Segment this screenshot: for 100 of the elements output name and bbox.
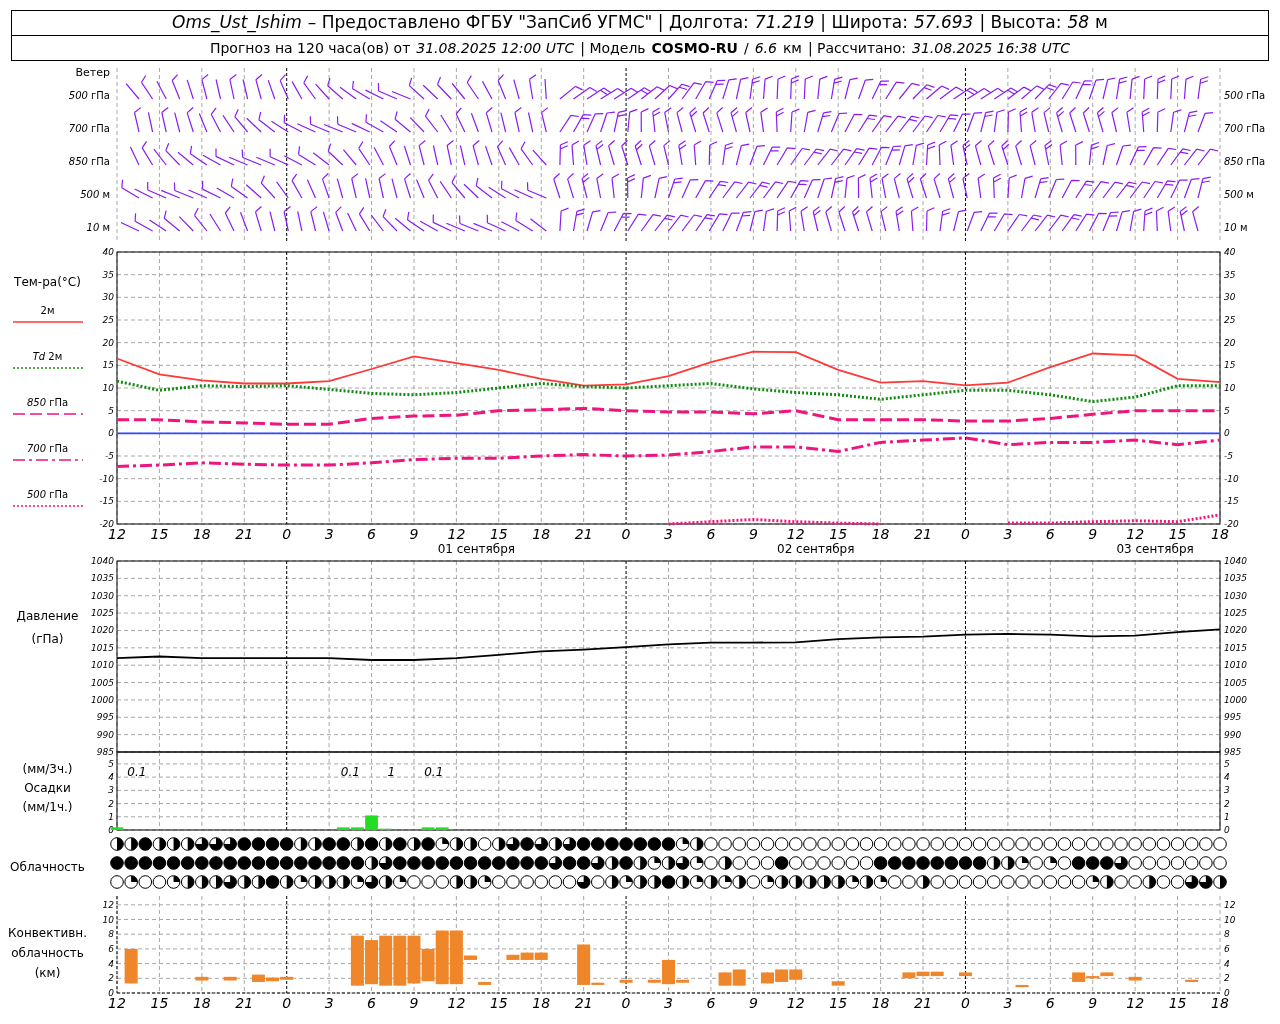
axis-tick-label: 18	[871, 526, 890, 542]
axis-tick-label: 995	[96, 712, 114, 723]
axis-tick-label: 1030	[91, 590, 114, 601]
axis-tick-label: 1025	[1224, 608, 1247, 619]
axis-tick-label: -10	[99, 473, 114, 484]
header-text: 71.219	[754, 11, 815, 35]
axis-tick-label: 1025	[91, 608, 114, 619]
axis-tick-label: 9	[1088, 526, 1098, 542]
axis-tick-label: 30	[1224, 292, 1236, 303]
axis-tick-label: 0	[621, 526, 631, 542]
axis-tick-label: 15	[102, 360, 114, 371]
axis-tick-label: 12	[786, 995, 805, 1011]
header-text: Oms_Ust_Ishim	[172, 11, 302, 35]
axis-tick-label: 1010	[1224, 660, 1247, 671]
header-text: | Высота:	[979, 11, 1062, 35]
axis-tick-label: 21	[574, 995, 593, 1011]
axis-tick-label: 0	[282, 995, 292, 1011]
legend-label: 500 гПа	[26, 488, 69, 502]
axis-tick-label: 15	[1224, 360, 1236, 371]
axis-tick-label: 8	[108, 929, 114, 940]
axis-tick-label: 1040	[91, 556, 114, 566]
axis-tick-label: 21	[235, 526, 254, 542]
level-label: 500 гПа	[1224, 89, 1266, 103]
date-label: 02 сентября	[777, 542, 855, 556]
axis-tick-label: 1000	[1224, 694, 1247, 705]
axis-tick-label: 0	[961, 526, 970, 542]
axis-tick-label: 1030	[1224, 590, 1247, 601]
header-text: 31.08.2025 12:00 UTC	[416, 38, 575, 58]
axis-tick-label: 1040	[1224, 556, 1247, 566]
axis-tick-label: 18	[532, 995, 551, 1011]
axis-tick-label: 4	[108, 958, 114, 969]
axis-tick-label: 9	[409, 526, 419, 542]
axis-tick-label: 15	[829, 995, 848, 1011]
axis-tick-label: 3	[324, 526, 334, 542]
chart-label: (мм/1ч.)	[22, 799, 73, 816]
axis-tick-label: -20	[1224, 519, 1239, 529]
axis-tick-label: 1035	[91, 573, 114, 584]
axis-tick-label: 1020	[91, 625, 114, 636]
axis-tick-label: -5	[105, 451, 114, 461]
axis-tick-label: 21	[235, 995, 254, 1011]
axis-tick-label: 5	[108, 758, 114, 769]
axis-tick-label: 1005	[91, 677, 114, 688]
axis-tick-label: 3	[324, 995, 334, 1011]
axis-tick-label: 15	[829, 526, 848, 542]
axis-tick-label: 0	[108, 988, 114, 998]
axis-tick-label: 0	[1224, 988, 1230, 998]
legend-label: 700 гПа	[26, 442, 69, 456]
axis-tick-label: 9	[748, 526, 758, 542]
axis-tick-label: 15	[150, 526, 169, 542]
axis-tick-label: 18	[1211, 526, 1229, 542]
axis-tick-label: 0	[1224, 428, 1230, 439]
legend-label: 850 гПа	[26, 396, 69, 410]
axis-tick-label: 40	[1224, 247, 1236, 257]
axis-tick-label: 1	[1224, 811, 1230, 822]
axis-tick-label: 4	[1224, 772, 1230, 783]
header-text: COSMO-RU	[651, 38, 738, 58]
axis-tick-label: 25	[1224, 315, 1236, 325]
chart-label: Осадки	[24, 780, 71, 797]
chart-label: Конвективн.	[8, 925, 87, 942]
axis-tick-label: 9	[409, 995, 419, 1011]
axis-tick-label: 12	[102, 899, 114, 910]
axis-tick-label: 1015	[91, 642, 114, 653]
header-text: | Модель	[580, 38, 646, 59]
date-label: 03 сентября	[1116, 542, 1194, 556]
header-text: м	[1095, 11, 1108, 35]
chart-title: Тем-ра(°C)	[14, 274, 81, 291]
chart-label: (мм/3ч.)	[22, 761, 73, 778]
axis-tick-label: 21	[914, 526, 932, 542]
unit-label: (гПа)	[31, 631, 64, 648]
axis-tick-label: 12	[447, 995, 466, 1011]
axis-tick-label: 10	[102, 383, 114, 393]
axis-tick-label: 6	[706, 526, 716, 542]
axis-tick-label: 10	[102, 914, 114, 925]
chart-title: Облачность	[10, 859, 85, 876]
axis-tick-label: 6	[367, 526, 376, 542]
axis-tick-label: 1035	[1224, 573, 1247, 584]
axis-tick-label: 0	[621, 995, 631, 1011]
level-label: 700 гПа	[68, 122, 110, 136]
axis-tick-label: 1005	[1224, 677, 1247, 688]
axis-tick-label: 0	[1224, 825, 1230, 835]
axis-tick-label: 18	[532, 526, 551, 542]
precipitation-value: 0.1	[424, 764, 444, 779]
level-label: 700 гПа	[1224, 122, 1266, 136]
precipitation-value: 0.1	[127, 764, 147, 779]
axis-tick-label: 3	[1003, 526, 1013, 542]
axis-tick-label: 8	[1224, 929, 1230, 940]
axis-tick-label: 0	[282, 526, 292, 542]
level-label: 10 м	[1224, 221, 1248, 235]
axis-tick-label: 9	[748, 995, 758, 1011]
axis-tick-label: 15	[489, 526, 508, 542]
level-label: 500 гПа	[68, 89, 110, 103]
axis-tick-label: 1015	[1224, 642, 1247, 653]
level-label: 500 м	[1224, 188, 1254, 202]
header-text: /	[743, 38, 749, 58]
axis-tick-label: 18	[192, 995, 211, 1011]
axis-tick-label: 6	[706, 995, 716, 1011]
axis-tick-label: 6	[1224, 943, 1230, 954]
axis-tick-label: 990	[96, 729, 114, 740]
axis-tick-label: 12	[1224, 899, 1236, 910]
level-label: 850 гПа	[1224, 155, 1266, 169]
